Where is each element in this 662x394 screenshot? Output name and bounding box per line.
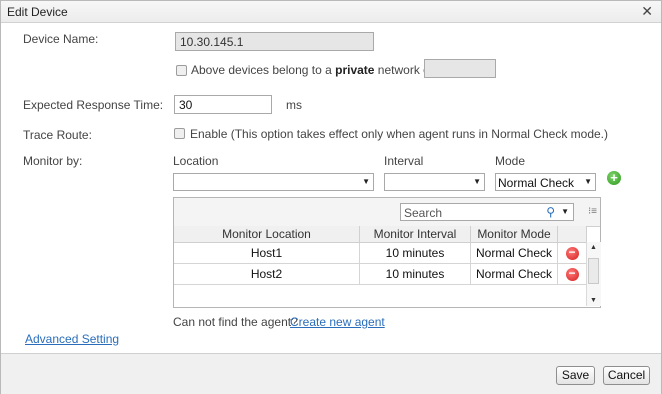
column-header-actions bbox=[557, 226, 587, 243]
monitor-grid: Search ⚲ ▼ ⁝≡ Monitor Location Monitor I… bbox=[173, 197, 601, 308]
chevron-down-icon: ▼ bbox=[473, 177, 481, 186]
row-interval: 10 minutes bbox=[359, 242, 471, 264]
search-placeholder: Search bbox=[404, 206, 443, 220]
private-network-checkbox[interactable] bbox=[176, 65, 187, 76]
trace-route-text: Enable (This option takes effect only wh… bbox=[190, 127, 608, 141]
search-icon[interactable]: ⚲ bbox=[546, 205, 555, 219]
remove-icon[interactable]: − bbox=[565, 267, 579, 282]
interval-label: Interval bbox=[384, 154, 424, 168]
add-icon[interactable]: + bbox=[607, 171, 621, 185]
trace-route-label: Trace Route: bbox=[23, 128, 92, 142]
trace-route-checkbox[interactable] bbox=[174, 128, 185, 139]
location-label: Location bbox=[173, 154, 219, 168]
create-agent-link[interactable]: Create new agent bbox=[290, 315, 385, 329]
row-actions: − bbox=[557, 263, 587, 285]
private-network-bold: private bbox=[335, 63, 375, 77]
device-name-label: Device Name: bbox=[23, 32, 99, 46]
advanced-setting-link[interactable]: Advanced Setting bbox=[25, 332, 119, 346]
monitor-by-label: Monitor by: bbox=[23, 154, 83, 168]
table-row[interactable]: Host2 10 minutes Normal Check − bbox=[174, 263, 587, 285]
table-row[interactable]: Host1 10 minutes Normal Check − bbox=[174, 242, 587, 264]
dialog-footer: Save Cancel bbox=[1, 353, 661, 394]
grid-toolbar: Search ⚲ ▼ ⁝≡ bbox=[174, 198, 600, 227]
device-name-field[interactable]: 10.30.145.1 bbox=[175, 32, 374, 51]
chevron-down-icon: ▼ bbox=[362, 177, 370, 186]
interval-select[interactable]: ▼ bbox=[384, 173, 485, 191]
mode-select-value: Normal Check bbox=[498, 176, 575, 190]
response-time-unit: ms bbox=[286, 98, 302, 112]
response-time-field[interactable]: 30 bbox=[174, 95, 272, 114]
save-button[interactable]: Save bbox=[556, 366, 595, 385]
search-input[interactable]: Search ⚲ ▼ bbox=[400, 203, 574, 221]
scroll-down-icon[interactable]: ▼ bbox=[590, 297, 597, 304]
column-header-location[interactable]: Monitor Location bbox=[174, 226, 360, 243]
column-header-interval[interactable]: Monitor Interval bbox=[359, 226, 471, 243]
row-location: Host2 bbox=[174, 263, 360, 285]
agent-prompt: Can not find the agent? bbox=[173, 315, 298, 329]
location-select[interactable]: ▼ bbox=[173, 173, 374, 191]
table-header: Monitor Location Monitor Interval Monito… bbox=[174, 226, 587, 243]
scroll-up-icon[interactable]: ▲ bbox=[590, 244, 597, 251]
column-menu-icon[interactable]: ⁝≡ bbox=[588, 206, 597, 217]
row-interval: 10 minutes bbox=[359, 263, 471, 285]
response-time-label: Expected Response Time: bbox=[23, 98, 164, 112]
row-mode: Normal Check bbox=[470, 242, 558, 264]
vertical-scrollbar[interactable]: ▲ ▼ bbox=[586, 242, 601, 306]
column-header-mode[interactable]: Monitor Mode bbox=[470, 226, 558, 243]
scroll-thumb[interactable] bbox=[588, 258, 599, 284]
edit-device-dialog: Edit Device ✕ Device Name: 10.30.145.1 A… bbox=[0, 0, 662, 394]
monitor-table: Monitor Location Monitor Interval Monito… bbox=[174, 226, 587, 285]
private-network-field[interactable] bbox=[424, 59, 496, 78]
row-actions: − bbox=[557, 242, 587, 264]
private-network-text: Above devices belong to a private networ… bbox=[191, 63, 433, 77]
chevron-down-icon: ▼ bbox=[584, 177, 592, 186]
mode-label: Mode bbox=[495, 154, 526, 168]
remove-icon[interactable]: − bbox=[565, 246, 579, 261]
cancel-button[interactable]: Cancel bbox=[603, 366, 650, 385]
dialog-title: Edit Device bbox=[7, 5, 68, 19]
row-mode: Normal Check bbox=[470, 263, 558, 285]
close-icon[interactable]: ✕ bbox=[641, 3, 653, 20]
private-network-prefix: Above devices belong to a bbox=[191, 63, 336, 77]
chevron-down-icon[interactable]: ▼ bbox=[561, 207, 569, 216]
row-location: Host1 bbox=[174, 242, 360, 264]
title-bar: Edit Device ✕ bbox=[1, 1, 661, 23]
mode-select[interactable]: Normal Check ▼ bbox=[495, 173, 596, 191]
